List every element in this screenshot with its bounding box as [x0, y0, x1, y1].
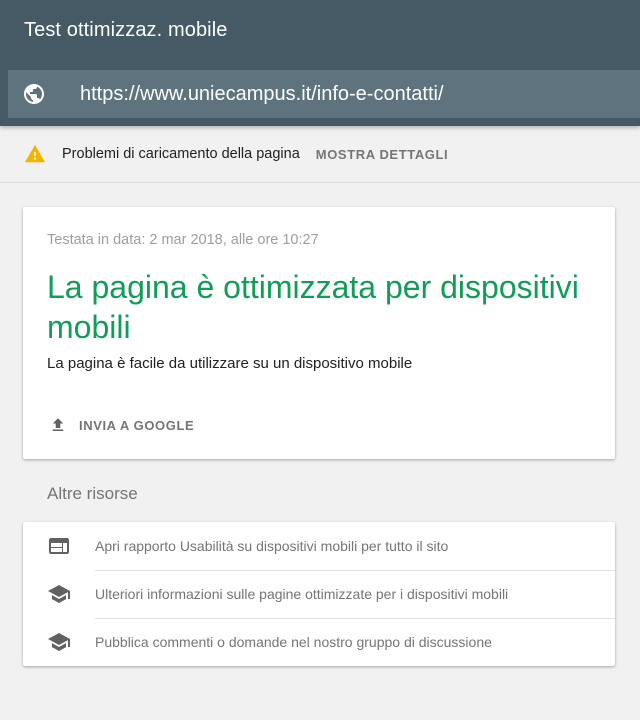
resource-label: Ulteriori informazioni sulle pagine otti…: [95, 586, 509, 602]
resource-label: Pubblica commenti o domande nel nostro g…: [95, 634, 492, 650]
app-header: Test ottimizzaz. mobile https://www.unie…: [0, 0, 640, 126]
submit-label: INVIA A GOOGLE: [79, 417, 195, 433]
resource-item-usability-report[interactable]: Apri rapporto Usabilità su dispositivi m…: [23, 522, 615, 570]
globe-icon: [22, 82, 46, 106]
show-details-button[interactable]: MOSTRA DETTAGLI: [316, 147, 449, 162]
web-icon: [47, 534, 71, 558]
resources-card: Apri rapporto Usabilità su dispositivi m…: [23, 522, 615, 666]
upload-icon: [49, 416, 67, 434]
app-title: Test ottimizzaz. mobile: [24, 19, 228, 41]
url-text[interactable]: https://www.uniecampus.it/info-e-contatt…: [80, 83, 444, 106]
school-icon: [47, 582, 71, 606]
resource-item-discussion-group[interactable]: Pubblica commenti o domande nel nostro g…: [23, 618, 615, 666]
warning-text: Problemi di caricamento della pagina: [62, 146, 300, 162]
resources-section-title: Altre risorse: [47, 484, 138, 503]
school-icon: [47, 630, 71, 654]
url-bar[interactable]: https://www.uniecampus.it/info-e-contatt…: [8, 70, 640, 118]
tested-date: Testata in data: 2 mar 2018, alle ore 10…: [47, 232, 319, 248]
submit-to-google-button[interactable]: INVIA A GOOGLE: [49, 413, 194, 437]
warning-icon: [24, 143, 46, 165]
result-subtitle: La pagina è facile da utilizzare su un d…: [47, 355, 413, 372]
result-title: La pagina è ottimizzata per dispositivi …: [47, 269, 579, 345]
result-card: Testata in data: 2 mar 2018, alle ore 10…: [23, 207, 615, 459]
resource-label: Apri rapporto Usabilità su dispositivi m…: [95, 538, 449, 554]
loading-issues-banner: Problemi di caricamento della pagina MOS…: [0, 126, 640, 183]
resource-item-learn-more[interactable]: Ulteriori informazioni sulle pagine otti…: [23, 570, 615, 618]
